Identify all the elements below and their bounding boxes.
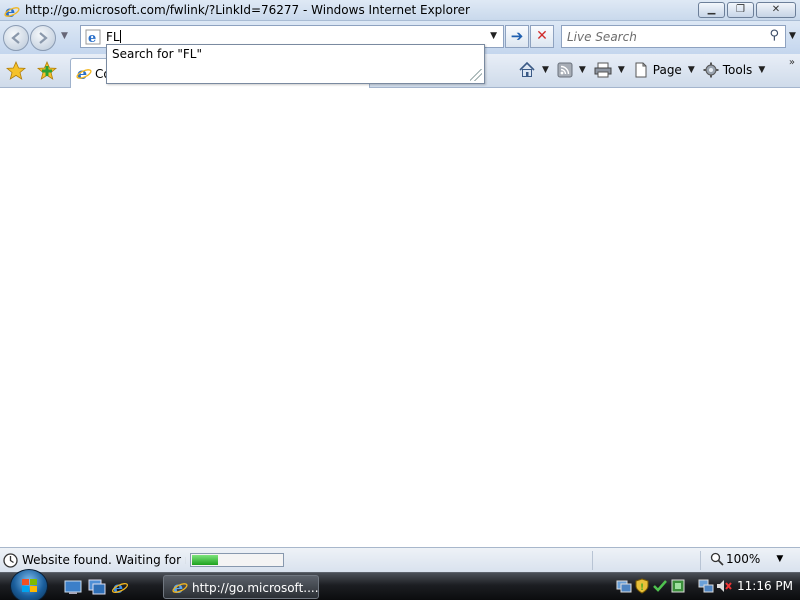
- feeds-button[interactable]: ▼: [557, 62, 586, 78]
- window-title: http://go.microsoft.com/fwlink/?LinkId=7…: [25, 3, 470, 17]
- feeds-dropdown-icon[interactable]: ▼: [579, 65, 586, 75]
- search-icon[interactable]: ⚲: [769, 28, 779, 43]
- status-text: Website found. Waiting for rep: [22, 553, 186, 567]
- tray-network-icon[interactable]: [698, 578, 714, 594]
- zoom-control[interactable]: 100% ▼: [710, 552, 783, 566]
- address-input-text[interactable]: FL: [106, 30, 121, 44]
- page-load-progress-bar: [190, 553, 284, 567]
- tools-dropdown-icon: ▼: [758, 65, 766, 75]
- gear-icon: [703, 62, 719, 78]
- internet-explorer-launch-icon[interactable]: e: [111, 579, 129, 595]
- start-button[interactable]: [10, 569, 48, 600]
- tab-ie-icon: e: [76, 64, 92, 84]
- tray-check-icon[interactable]: [652, 578, 668, 594]
- minimize-icon: ▁: [707, 4, 716, 15]
- address-autocomplete-dropdown: Search for "FL": [106, 44, 485, 84]
- page-icon: [635, 62, 647, 78]
- progress-fill: [192, 555, 218, 565]
- home-button[interactable]: ▼: [518, 61, 549, 79]
- forward-button[interactable]: [30, 25, 56, 51]
- taskbar-ie-window-button[interactable]: e http://go.microsoft....: [163, 575, 319, 599]
- home-icon: [519, 61, 535, 77]
- tools-menu-button[interactable]: Tools ▼: [703, 62, 765, 78]
- address-dropdown-icon[interactable]: ▼: [490, 31, 497, 41]
- page-menu-button[interactable]: Page ▼: [633, 62, 695, 78]
- red-x-icon: ✕: [536, 28, 548, 44]
- windows-logo-icon: [22, 579, 37, 592]
- taskbar-clock[interactable]: 11:16 PM: [737, 579, 793, 593]
- ie-logo-icon: e: [4, 2, 20, 22]
- close-button[interactable]: ✕: [756, 2, 796, 18]
- show-desktop-icon[interactable]: [64, 579, 82, 595]
- search-placeholder: Live Search: [567, 30, 637, 44]
- tray-app-icon[interactable]: [670, 578, 686, 594]
- print-dropdown-icon[interactable]: ▼: [618, 65, 625, 75]
- toolbar-overflow-chevron-icon[interactable]: »: [789, 57, 795, 68]
- page-dropdown-icon: ▼: [687, 65, 695, 75]
- search-options-dropdown[interactable]: ▼: [789, 31, 796, 41]
- restore-button[interactable]: ❐: [727, 2, 754, 18]
- search-box[interactable]: Live Search ⚲: [561, 25, 786, 48]
- svg-text:!: !: [640, 583, 644, 593]
- page-content-area[interactable]: [0, 89, 800, 547]
- autocomplete-item[interactable]: Search for "FL": [112, 47, 202, 61]
- go-button[interactable]: ➔: [505, 25, 529, 48]
- printer-icon: [594, 62, 612, 78]
- back-arrow-icon: [11, 32, 20, 44]
- restore-icon: ❐: [736, 4, 745, 15]
- forward-arrow-icon: [39, 32, 48, 44]
- text-caret: [119, 30, 121, 43]
- back-button[interactable]: [3, 25, 29, 51]
- windows-taskbar: e e http://go.microsoft.... ! 11:16 PM: [0, 569, 800, 600]
- tray-volume-muted-icon[interactable]: [716, 578, 732, 594]
- page-ie-icon: e: [85, 29, 101, 48]
- print-button[interactable]: ▼: [594, 62, 625, 78]
- page-menu-label: Page: [652, 63, 682, 77]
- zoom-dropdown-icon[interactable]: ▼: [776, 554, 783, 564]
- stop-button[interactable]: ✕: [530, 25, 554, 48]
- tray-security-shield-icon[interactable]: !: [634, 578, 650, 594]
- home-dropdown-icon[interactable]: ▼: [542, 65, 549, 75]
- title-bar: e http://go.microsoft.com/fwlink/?LinkId…: [0, 0, 800, 21]
- close-icon: ✕: [771, 4, 781, 15]
- recent-pages-dropdown[interactable]: ▼: [61, 31, 68, 41]
- arrow-right-icon: ➔: [510, 27, 524, 45]
- svg-text:e: e: [88, 31, 96, 45]
- tray-network-sharing-icon[interactable]: [616, 578, 632, 594]
- feed-icon: [557, 62, 573, 78]
- taskbar-window-label: http://go.microsoft....: [192, 581, 319, 595]
- zoom-level: 100%: [726, 552, 761, 566]
- status-bar: Website found. Waiting for rep 100% ▼: [0, 547, 800, 572]
- status-divider: [700, 551, 701, 570]
- minimize-button[interactable]: ▁: [698, 2, 725, 18]
- favorites-star-icon[interactable]: [5, 60, 27, 84]
- taskbar-ie-icon: e: [172, 578, 188, 598]
- resize-grip-icon[interactable]: [470, 69, 482, 81]
- add-favorite-icon[interactable]: [36, 60, 58, 84]
- status-divider: [592, 551, 593, 570]
- zoom-magnifier-icon: [710, 552, 724, 566]
- switch-windows-icon[interactable]: [88, 579, 106, 595]
- tools-menu-label: Tools: [722, 63, 753, 77]
- loading-indicator-icon: [3, 553, 18, 571]
